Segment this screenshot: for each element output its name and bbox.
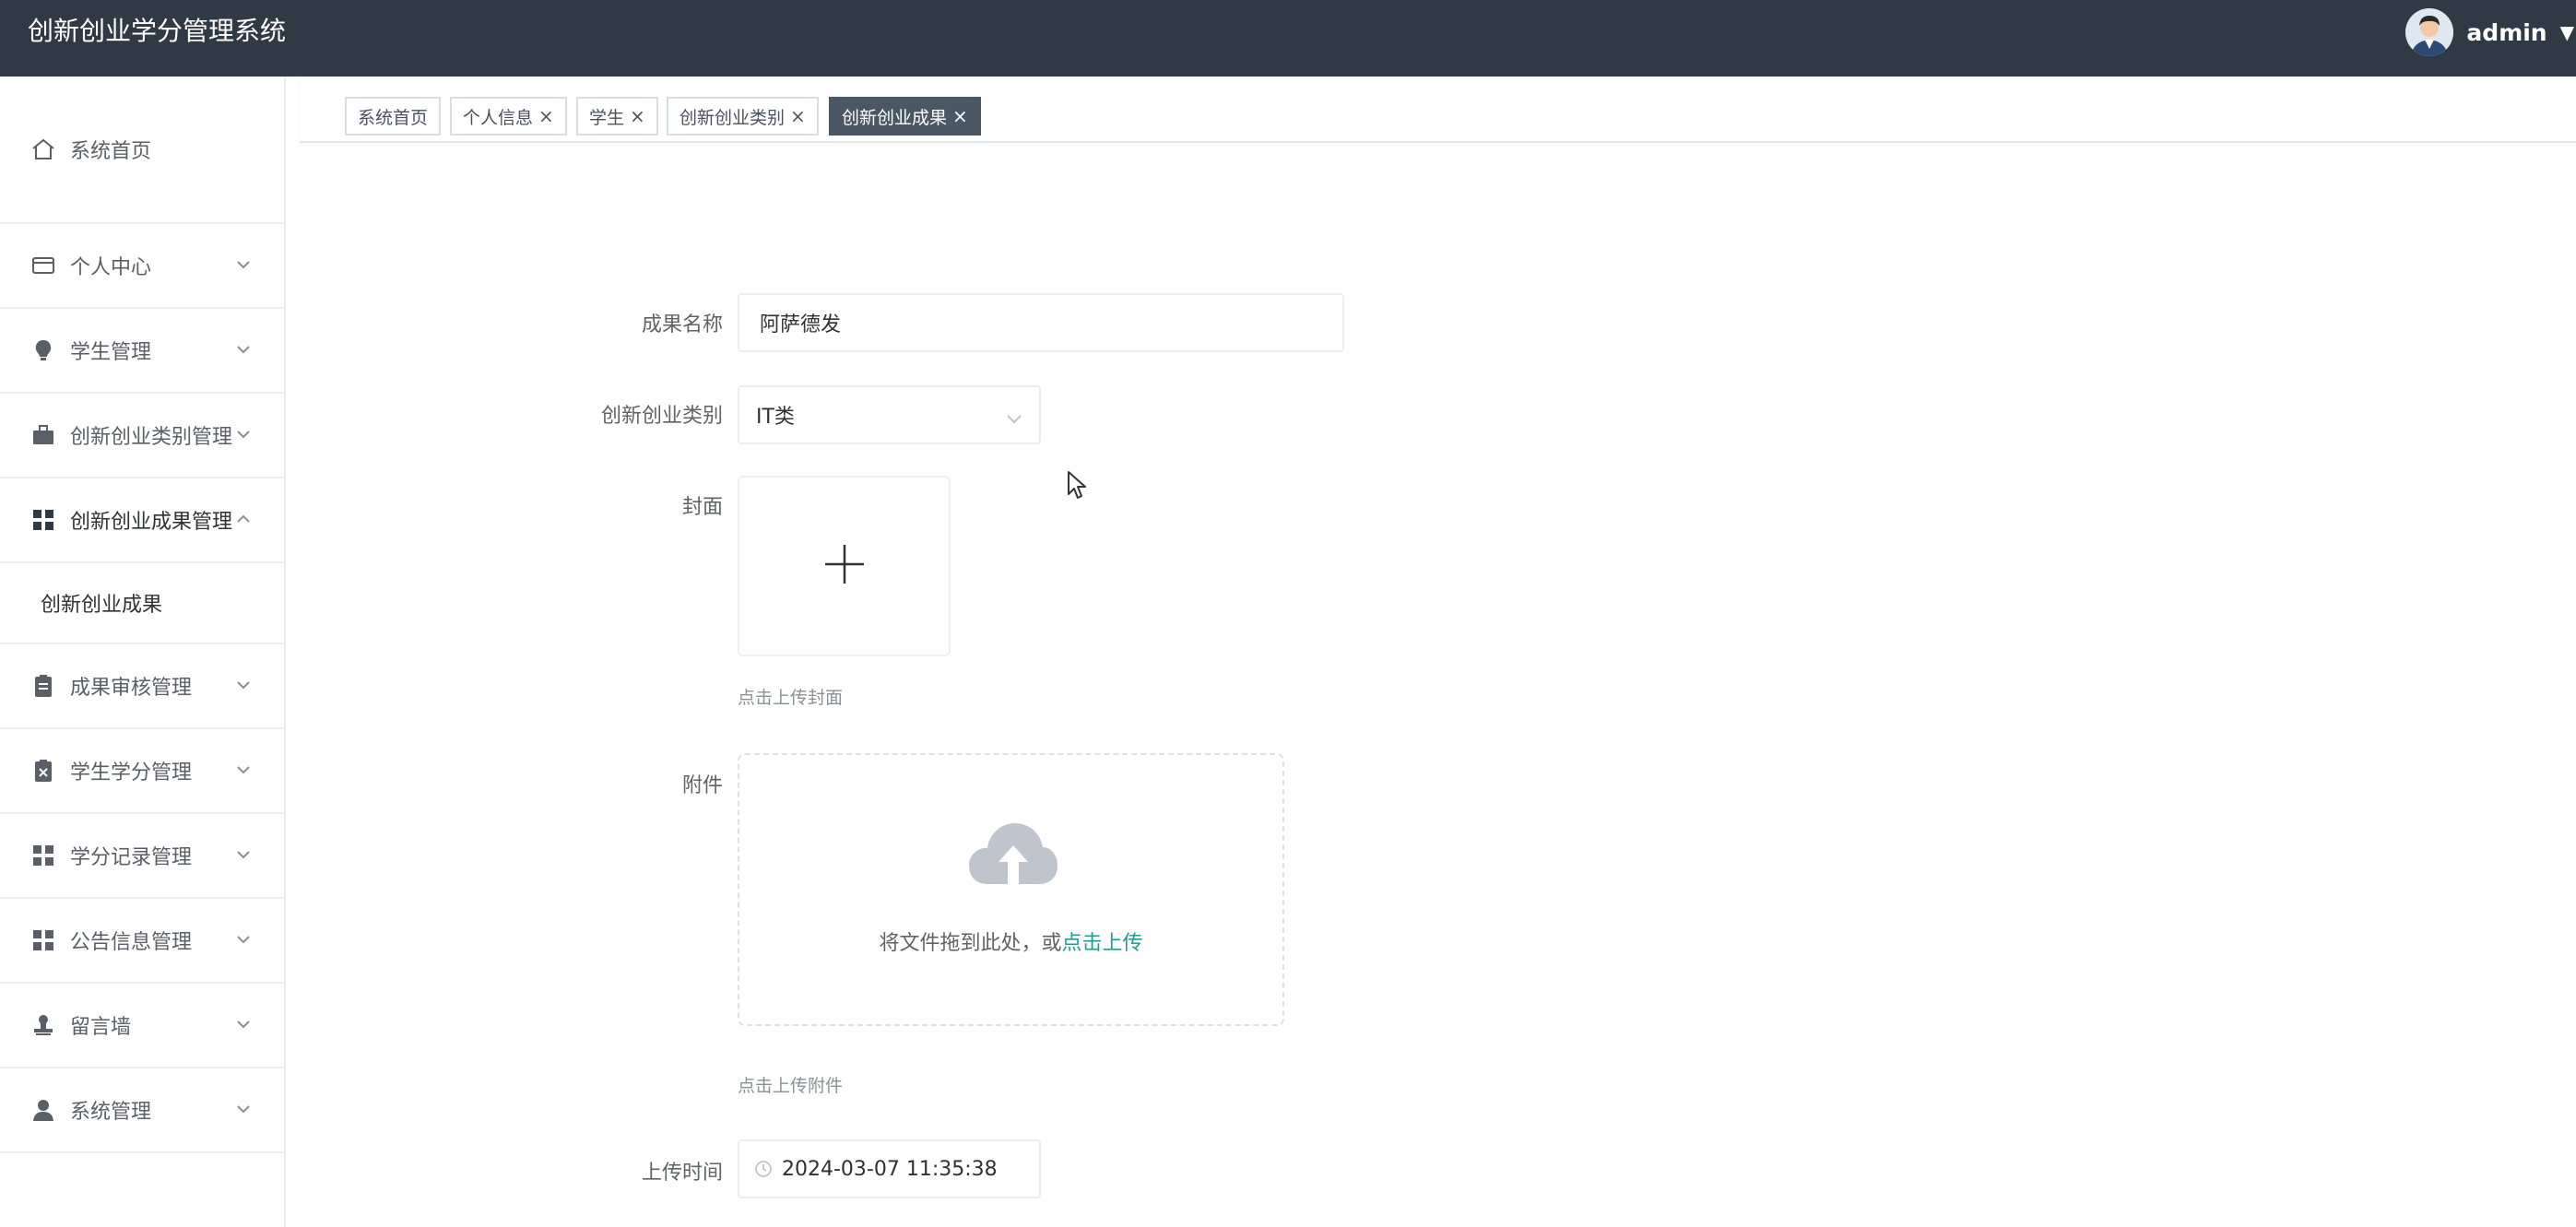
attachment-label: 附件 [681, 774, 723, 797]
cover-label: 封面 [681, 496, 723, 519]
sidebar-item-label: 留言墙 [70, 1016, 132, 1039]
chevron-down-icon [236, 1096, 251, 1119]
mouse-cursor [1067, 470, 1087, 503]
tab-label: 学生 [589, 107, 625, 128]
chevron-down-icon [236, 672, 251, 695]
sidebar: 系统首页 个人中心 学生管理 创新创业类别管理 创新创业成果管理 创新创业成果 … [0, 77, 286, 1227]
chevron-down-icon [236, 1011, 251, 1034]
tags-view-bar: 系统首页 个人信息 × 学生 × 创新创业类别 × 创新创业成果 × [300, 77, 2576, 143]
briefcase-icon [30, 421, 57, 449]
chevron-up-icon [236, 506, 251, 529]
click-upload-link[interactable]: 点击上传 [1062, 932, 1143, 955]
user-icon [30, 1096, 57, 1124]
cover-upload-button[interactable] [738, 476, 951, 656]
caret-down-icon[interactable]: ▼ [2560, 21, 2574, 43]
upload-time-picker[interactable]: 2024-03-07 11:35:38 [738, 1139, 1041, 1198]
category-select-value: IT类 [756, 406, 795, 429]
tab-label: 个人信息 [463, 107, 534, 128]
close-icon[interactable]: × [952, 105, 968, 127]
attachment-hint: 点击上传附件 [738, 1076, 844, 1096]
plus-icon [823, 543, 866, 589]
tab-label: 创新创业类别 [679, 107, 786, 128]
tab-personal-info[interactable]: 个人信息 × [450, 97, 567, 136]
close-icon[interactable]: × [538, 105, 554, 127]
sidebar-subitem-achievement[interactable]: 创新创业成果 [0, 563, 284, 644]
user-menu[interactable]: admin ▼ [2405, 0, 2576, 65]
clock-icon [754, 1160, 773, 1178]
sidebar-item-label: 个人中心 [70, 256, 152, 279]
dropzone-instruction: 将文件拖到此处，或 [879, 932, 1062, 955]
name-input[interactable]: 阿萨德发 [738, 293, 1344, 352]
sidebar-item-credit-management[interactable]: 学生学分管理 [0, 729, 284, 814]
chevron-down-icon [236, 421, 251, 444]
chevron-down-icon [1006, 407, 1022, 431]
tab-label: 创新创业成果 [842, 107, 948, 128]
name-input-value: 阿萨德发 [760, 313, 842, 336]
chevron-down-icon [236, 926, 251, 950]
sidebar-item-student-management[interactable]: 学生管理 [0, 309, 284, 394]
category-label: 创新创业类别 [600, 405, 723, 428]
sidebar-item-label: 系统首页 [70, 140, 152, 163]
cloud-upload-icon [967, 820, 1059, 895]
tab-student[interactable]: 学生 × [576, 97, 658, 136]
attachment-dropzone[interactable]: 将文件拖到此处，或点击上传 [738, 753, 1284, 1026]
sidebar-item-review-management[interactable]: 成果审核管理 [0, 644, 284, 729]
card-icon [30, 252, 57, 279]
sidebar-item-label: 学生管理 [70, 341, 152, 364]
tab-achievement[interactable]: 创新创业成果 × [829, 97, 981, 136]
chevron-down-icon [236, 757, 251, 780]
sidebar-item-label: 学生学分管理 [70, 761, 193, 785]
sidebar-item-label: 系统管理 [70, 1101, 152, 1124]
sidebar-item-label: 成果审核管理 [70, 677, 193, 700]
grid-icon [30, 842, 57, 869]
tab-home[interactable]: 系统首页 [345, 97, 442, 136]
sidebar-item-home[interactable]: 系统首页 [0, 77, 284, 224]
dropzone-text: 将文件拖到此处，或点击上传 [739, 926, 1282, 956]
grid-icon [30, 506, 57, 534]
sidebar-item-category-management[interactable]: 创新创业类别管理 [0, 394, 284, 478]
sidebar-item-system-management[interactable]: 系统管理 [0, 1068, 284, 1153]
tab-label: 系统首页 [358, 107, 429, 128]
app-title: 创新创业学分管理系统 [28, 16, 287, 46]
clipboard-x-icon [30, 757, 57, 785]
home-icon [30, 136, 57, 163]
clipboard-icon [30, 672, 57, 700]
sidebar-item-notice-management[interactable]: 公告信息管理 [0, 899, 284, 984]
sidebar-item-message-wall[interactable]: 留言墙 [0, 984, 284, 1068]
tab-category[interactable]: 创新创业类别 × [667, 97, 819, 136]
sidebar-item-credit-record-management[interactable]: 学分记录管理 [0, 814, 284, 899]
sidebar-item-personal-center[interactable]: 个人中心 [0, 224, 284, 309]
sidebar-item-label: 学分记录管理 [70, 846, 193, 869]
close-icon[interactable]: × [790, 105, 806, 127]
grid-icon [30, 926, 57, 954]
category-select[interactable]: IT类 [738, 385, 1041, 444]
sidebar-item-achievement-management[interactable]: 创新创业成果管理 [0, 478, 284, 563]
sidebar-item-label: 创新创业类别管理 [70, 426, 233, 449]
sidebar-item-label: 公告信息管理 [70, 931, 193, 954]
name-label: 成果名称 [641, 313, 723, 336]
close-icon[interactable]: × [630, 105, 645, 127]
user-name[interactable]: admin [2466, 19, 2546, 46]
chevron-down-icon [236, 336, 251, 360]
sidebar-item-label: 创新创业成果管理 [70, 511, 233, 534]
cover-hint: 点击上传封面 [738, 688, 844, 708]
bulb-icon [30, 336, 57, 364]
upload-time-value: 2024-03-07 11:35:38 [782, 1157, 998, 1181]
stamp-icon [30, 1011, 57, 1039]
chevron-down-icon [236, 252, 251, 275]
user-avatar[interactable] [2405, 8, 2454, 56]
upload-time-label: 上传时间 [641, 1162, 723, 1185]
top-header: 创新创业学分管理系统 admin ▼ [0, 0, 2576, 77]
chevron-down-icon [236, 842, 251, 865]
